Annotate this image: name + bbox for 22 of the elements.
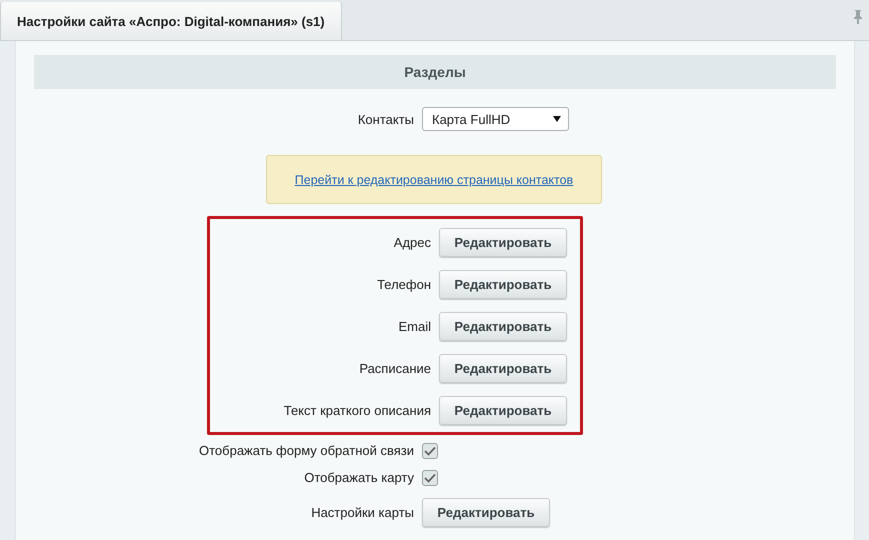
field-label: Адрес [392,235,431,250]
edit-button[interactable]: Редактировать [439,396,567,425]
edit-button[interactable]: Редактировать [439,270,567,299]
field-label: Текст краткого описания [282,403,431,418]
checkbox[interactable] [422,470,438,486]
contacts-dropdown[interactable]: Карта FullHD [422,107,569,131]
checkbox[interactable] [422,442,438,458]
caret-icon [553,116,561,122]
settings-tab[interactable]: Настройки сайта «Аспро: Digital-компания» (s1) [0,2,342,40]
field-label: Отображать форму обратной связи [198,443,414,458]
field-label: Расписание [358,361,431,376]
edit-button[interactable]: Редактировать [422,498,550,527]
field-label: Настройки карты [310,505,414,520]
section-header: Разделы [34,55,836,89]
edit-button[interactable]: Редактировать [439,228,567,257]
field-label: Отображать карту [303,470,414,485]
field-label: Телефон [376,277,431,292]
edit-button[interactable]: Редактировать [439,354,567,383]
edit-button[interactable]: Редактировать [439,312,567,341]
field-label: Email [397,319,431,334]
edit-contacts-link[interactable]: Перейти к редактированию страницы контактов [294,172,574,186]
field-label: Контакты [356,112,414,126]
